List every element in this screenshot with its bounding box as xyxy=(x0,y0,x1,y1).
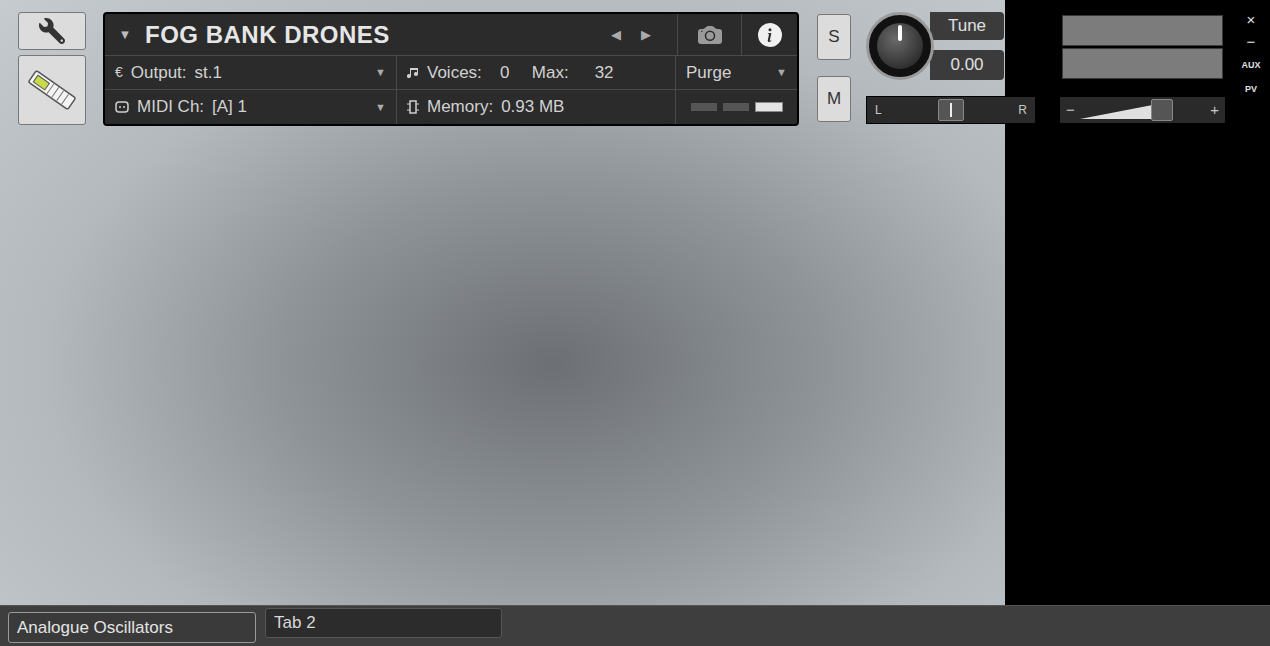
output-row: €Output:st.1▼Voices:0Max:32Purge▼ xyxy=(105,56,797,90)
voices-label: Voices: xyxy=(427,60,482,86)
snapshot-button[interactable] xyxy=(677,14,741,55)
collapse-button[interactable]: ▼ xyxy=(105,25,145,45)
tab-bar: Analogue Oscillators Tab 2 xyxy=(0,605,1270,646)
window-controls: × − AUX PV xyxy=(1239,12,1263,98)
output-label: Output: xyxy=(131,60,187,86)
purge-select[interactable]: Purge▼ xyxy=(676,56,797,89)
volume-handle[interactable] xyxy=(1151,99,1173,121)
instrument-panel: ▼FOG BANK DRONES◀▶€Output:st.1▼Voices:0M… xyxy=(103,12,799,126)
output-select[interactable]: € Output: st.1 ▼ xyxy=(105,56,397,89)
info-icon xyxy=(758,23,782,47)
pan-slider[interactable]: LR xyxy=(866,96,1036,124)
memory-icon xyxy=(407,100,419,114)
midi-icon xyxy=(115,100,129,114)
tune-labels: Tune 0.00 xyxy=(930,12,1004,80)
camera-icon xyxy=(698,23,722,47)
wrench-icon xyxy=(39,18,65,44)
purge-label: Purge xyxy=(686,60,776,86)
voices-icon xyxy=(407,66,421,80)
level-meter xyxy=(1062,15,1223,46)
volume-slider[interactable]: −+ xyxy=(1059,96,1226,124)
max-value[interactable]: 32 xyxy=(595,60,614,86)
voices-display: Voices:0 Max: 32 xyxy=(397,56,676,89)
info-button[interactable] xyxy=(741,14,797,55)
window-control[interactable]: AUX xyxy=(1241,56,1260,74)
tool-buttons xyxy=(18,12,86,125)
meter-volume: −+ xyxy=(1059,12,1226,124)
pan-left-label: L xyxy=(875,101,882,119)
pan-handle[interactable] xyxy=(938,99,964,121)
keyboard-icon xyxy=(24,70,80,110)
max-label: Max: xyxy=(532,60,569,86)
tab[interactable]: Analogue Oscillators xyxy=(8,612,256,643)
memory-label: Memory: xyxy=(427,94,493,120)
tune-pan: Tune0.00LR xyxy=(866,12,1036,124)
volume-minus: − xyxy=(1066,99,1075,122)
purge-indicator xyxy=(691,103,717,111)
instrument-nav: ◀▶ xyxy=(611,25,677,45)
volume-plus: + xyxy=(1210,99,1219,122)
window-control[interactable]: × xyxy=(1247,12,1256,28)
mute-button[interactable]: M xyxy=(817,76,851,122)
midi-dropdown: ▼ xyxy=(375,99,386,116)
midi-row: MIDI Ch: [A] 1 ▼ Memory: 0.93 MB xyxy=(105,90,797,124)
knob-indicator xyxy=(898,25,902,41)
memory-value: 0.93 MB xyxy=(501,94,564,120)
midi-label: MIDI Ch: xyxy=(137,94,204,120)
output-glyph: € xyxy=(115,62,123,83)
title-row: ▼FOG BANK DRONES◀▶ xyxy=(105,14,797,56)
window-control[interactable]: PV xyxy=(1245,80,1257,98)
purge-dropdown: ▼ xyxy=(776,64,787,81)
midi-select[interactable]: MIDI Ch: [A] 1 ▼ xyxy=(105,90,397,124)
solo-button[interactable]: S xyxy=(817,14,851,60)
level-meter xyxy=(1062,48,1223,79)
level-meters xyxy=(1059,15,1226,79)
instrument-area: ▼FOG BANK DRONES◀▶€Output:st.1▼Voices:0M… xyxy=(0,0,1270,605)
next-button[interactable]: ▶ xyxy=(641,25,651,45)
voices-value: 0 xyxy=(488,60,522,86)
tune-label: Tune xyxy=(930,12,1004,40)
kontakt-instrument: ▼FOG BANK DRONES◀▶€Output:st.1▼Voices:0M… xyxy=(0,0,1270,646)
window-control[interactable]: − xyxy=(1247,34,1256,50)
keyboard-button[interactable] xyxy=(18,55,86,125)
memory-display: Memory: 0.93 MB xyxy=(397,90,676,124)
volume-ramp xyxy=(1080,105,1153,119)
tune-knob[interactable] xyxy=(866,12,934,80)
tune-section: Tune 0.00 xyxy=(866,12,1036,88)
midi-value: [A] 1 xyxy=(212,94,367,120)
tab[interactable]: Tab 2 xyxy=(265,608,502,638)
purge-indicators xyxy=(676,90,797,124)
instrument-title[interactable]: FOG BANK DRONES xyxy=(145,17,611,53)
pan-right-label: R xyxy=(1018,101,1027,119)
purge-indicator xyxy=(723,103,749,111)
header: ▼FOG BANK DRONES◀▶€Output:st.1▼Voices:0M… xyxy=(0,0,1270,126)
solo-mute: SM xyxy=(817,12,851,122)
previous-button[interactable]: ◀ xyxy=(611,25,621,45)
wrench-button[interactable] xyxy=(18,12,86,50)
purge-indicator xyxy=(755,102,783,112)
output-dropdown: ▼ xyxy=(375,64,386,81)
output-value: st.1 xyxy=(195,60,368,86)
tune-value[interactable]: 0.00 xyxy=(930,50,1004,80)
